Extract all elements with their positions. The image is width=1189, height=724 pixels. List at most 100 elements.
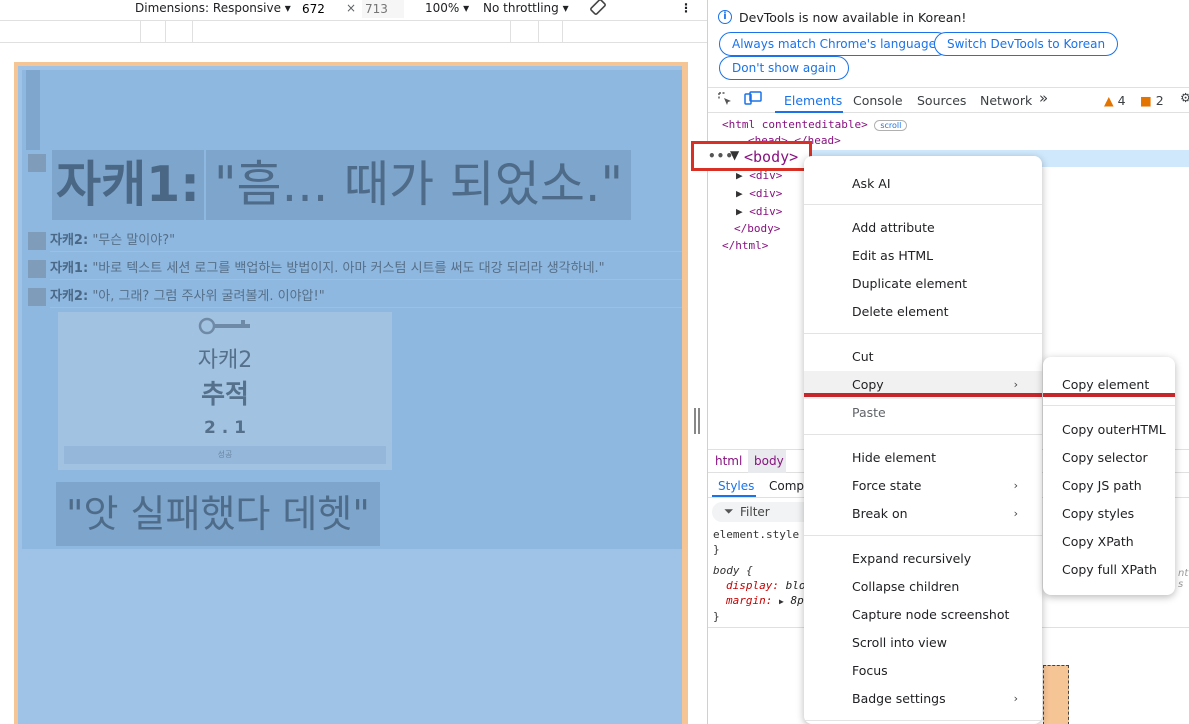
avatar xyxy=(28,232,46,250)
menu-item-badge-settings[interactable]: Badge settings › xyxy=(804,685,1042,713)
breadcrumb-html[interactable]: html xyxy=(715,454,742,468)
context-menu: Ask AI Add attribute Edit as HTML Duplic… xyxy=(804,156,1042,724)
body-tag: <body> xyxy=(744,148,799,166)
submenu-item-copy-full-xpath[interactable]: Copy full XPath xyxy=(1043,556,1175,584)
fail-text: "앗 실패했다 데헷" xyxy=(56,482,380,546)
card-footer: 성공 xyxy=(64,446,386,464)
menu-item-edit-as-html[interactable]: Edit as HTML xyxy=(804,242,1042,270)
menu-item-force-state[interactable]: Force state › xyxy=(804,472,1042,500)
body-node-callout[interactable]: ••• ▼ <body> xyxy=(691,141,812,171)
menu-item-add-attribute[interactable]: Add attribute xyxy=(804,214,1042,242)
warning-icon: ▲ xyxy=(1104,93,1114,108)
card-name: 자캐2 xyxy=(197,348,253,373)
tab-sources[interactable]: Sources xyxy=(917,93,966,108)
menu-item-break-on[interactable]: Break on › xyxy=(804,500,1042,528)
menu-item-expand-recursively[interactable]: Expand recursively xyxy=(804,545,1042,573)
warnings-badge[interactable]: ▲ 4 xyxy=(1104,93,1126,108)
content-highlight: 자캐1: "흠... 때가 되었소." 자캐2: "무슨 말이야?" 자캐1: … xyxy=(22,70,682,549)
device-toolbar: Dimensions: Responsive ▾ × 100% ▾ No thr… xyxy=(0,0,707,20)
copy-highlight-bar xyxy=(804,393,1042,397)
styles-pane: element.style { } body { display: bloc m… xyxy=(713,527,813,623)
avatar xyxy=(28,260,46,278)
height-input[interactable] xyxy=(362,0,404,18)
dom-node-html-close[interactable]: </html> xyxy=(722,239,768,252)
box-model-diagram xyxy=(1043,665,1069,724)
tab-elements[interactable]: Elements xyxy=(784,93,842,108)
more-tabs-icon[interactable]: » xyxy=(1039,89,1048,107)
expand-arrow-icon[interactable]: ▶ xyxy=(736,187,743,200)
dom-node-div[interactable]: ▶ <div> xyxy=(736,205,782,218)
caret-down-icon: ▾ xyxy=(463,1,470,15)
chat-line: 자캐1: "바로 텍스트 세션 로그를 백업하는 방법이지. 아마 커스텀 시트… xyxy=(50,258,682,280)
margin-strip xyxy=(26,70,40,150)
chat-line: 자캐2: "아, 그래? 그럼 주사위 굴려볼게. 이야압!" xyxy=(50,286,682,308)
avatar xyxy=(28,154,46,172)
title-speaker: 자캐1: xyxy=(52,150,204,220)
css-declaration[interactable]: margin: ▶ 8p xyxy=(713,593,812,609)
device-toggle-icon[interactable] xyxy=(744,91,762,110)
element-style-rule[interactable]: element.style { xyxy=(713,527,812,542)
expand-arrow-icon[interactable]: ▶ xyxy=(736,205,743,218)
submenu-item-copy-outerhtml[interactable]: Copy outerHTML xyxy=(1043,416,1175,444)
menu-item-ask-ai[interactable]: Ask AI xyxy=(804,170,1042,198)
zoom-label: 100% xyxy=(425,1,460,15)
menu-item-collapse-children[interactable]: Collapse children xyxy=(804,573,1042,601)
devtools-tabbar: Elements Console Sources Network » ▲ 4 ■… xyxy=(708,87,1189,113)
menu-item-focus[interactable]: Focus xyxy=(804,657,1042,685)
throttling-dropdown[interactable]: No throttling ▾ xyxy=(483,1,569,15)
rotate-icon[interactable] xyxy=(589,0,607,19)
error-icon: ■ xyxy=(1140,93,1152,108)
more-options-icon[interactable]: ⋮ xyxy=(680,1,692,15)
filter-icon: ⏷ xyxy=(724,504,734,518)
style-hint: nt s xyxy=(1178,568,1189,590)
dom-node-div[interactable]: ▶ <div> xyxy=(736,187,782,200)
card-result: 2 . 1 xyxy=(204,418,246,438)
language-infobar: i DevTools is now available in Korean! A… xyxy=(708,0,1189,86)
copy-element-highlight-bar xyxy=(1043,393,1175,397)
menu-item-duplicate-element[interactable]: Duplicate element xyxy=(804,270,1042,298)
key-icon xyxy=(58,316,392,338)
submenu-item-copy-xpath[interactable]: Copy XPath xyxy=(1043,528,1175,556)
expand-arrow-icon[interactable]: ▼ xyxy=(730,148,739,162)
avatar xyxy=(28,288,46,306)
infobar-message: DevTools is now available in Korean! xyxy=(739,10,967,25)
dimensions-label: Dimensions: Responsive xyxy=(135,1,281,15)
menu-item-paste[interactable]: Paste xyxy=(804,399,1042,427)
menu-item-hide-element[interactable]: Hide element xyxy=(804,444,1042,472)
dom-node-body-close[interactable]: </body> xyxy=(734,222,780,235)
times-icon: × xyxy=(346,1,357,15)
card-skill: 추적 xyxy=(201,380,249,410)
gear-icon[interactable]: ⚙ xyxy=(1180,90,1189,105)
dom-node-html[interactable]: <html contenteditable> scroll xyxy=(722,118,908,131)
chevron-right-icon: › xyxy=(1013,479,1018,492)
body-rule-selector[interactable]: body { xyxy=(713,563,812,578)
menu-item-scroll-into-view[interactable]: Scroll into view xyxy=(804,629,1042,657)
dice-result-card: 자캐2 추적 2 . 1 성공 xyxy=(58,312,392,470)
zoom-dropdown[interactable]: 100% ▾ xyxy=(425,1,469,15)
inspect-icon[interactable] xyxy=(717,91,733,110)
menu-item-capture-node-screenshot[interactable]: Capture node screenshot xyxy=(804,601,1042,629)
submenu-item-copy-styles[interactable]: Copy styles xyxy=(1043,500,1175,528)
scroll-badge[interactable]: scroll xyxy=(874,119,908,131)
filter-placeholder: Filter xyxy=(740,505,770,519)
dont-show-again-button[interactable]: Don't show again xyxy=(719,56,850,80)
errors-badge[interactable]: ■ 2 xyxy=(1140,93,1164,108)
tab-network[interactable]: Network xyxy=(980,93,1032,108)
submenu-item-copy-js-path[interactable]: Copy JS path xyxy=(1043,472,1175,500)
switch-korean-button[interactable]: Switch DevTools to Korean xyxy=(934,32,1119,56)
throttling-label: No throttling xyxy=(483,1,559,15)
tab-styles[interactable]: Styles xyxy=(718,479,754,493)
media-query-ruler[interactable] xyxy=(0,20,707,43)
width-input[interactable] xyxy=(297,0,343,18)
tab-console[interactable]: Console xyxy=(853,93,903,108)
dimensions-dropdown[interactable]: Dimensions: Responsive ▾ xyxy=(135,1,291,15)
css-declaration[interactable]: display: bloc xyxy=(713,578,812,593)
breadcrumb-body[interactable]: body xyxy=(754,454,784,468)
resize-handle[interactable] xyxy=(694,408,700,434)
match-language-button[interactable]: Always match Chrome's language xyxy=(719,32,949,56)
submenu-item-copy-selector[interactable]: Copy selector xyxy=(1043,444,1175,472)
body-highlight: 자캐1: "흠... 때가 되었소." 자캐2: "무슨 말이야?" 자캐1: … xyxy=(18,66,682,724)
menu-item-cut[interactable]: Cut xyxy=(804,343,1042,371)
menu-item-delete-element[interactable]: Delete element xyxy=(804,298,1042,326)
caret-down-icon: ▾ xyxy=(284,1,291,15)
